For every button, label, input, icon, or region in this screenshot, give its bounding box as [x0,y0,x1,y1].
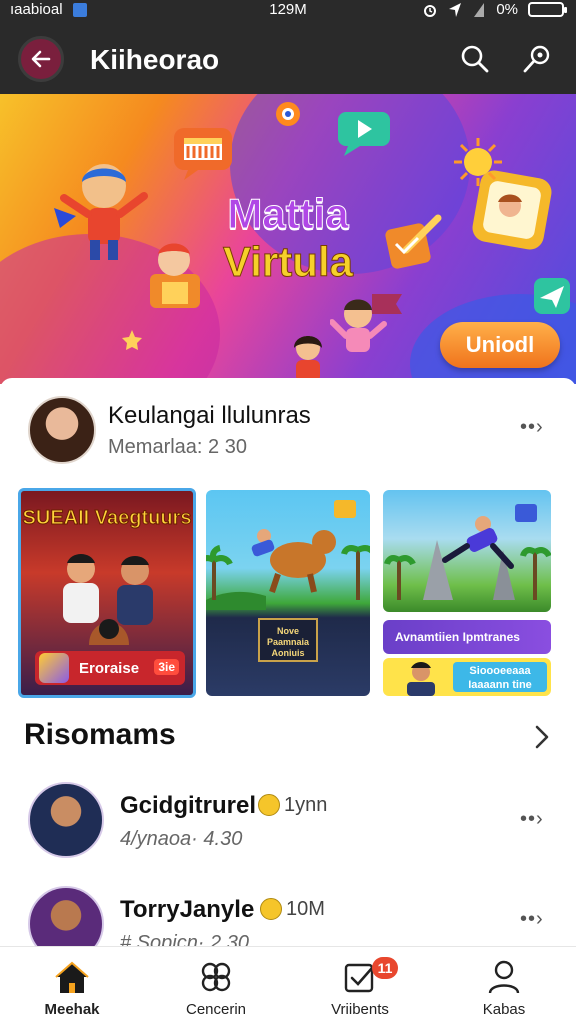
nav-tab-profile[interactable]: Kabas [432,947,576,1024]
battery-percent: 0% [496,1,518,18]
media-banner-purple[interactable]: Avnamtiien Ipmtranes [383,620,551,654]
featured-tile-footer-label: Eroraise [79,659,140,677]
nav-tab-label: Kabas [482,1001,526,1018]
map-pin-search-icon [523,45,550,73]
featured-media-tile[interactable]: SUEAII Vaegtuurs Eroraise 3ie [18,488,196,698]
chat-bubble-icon [338,112,390,156]
action-illustration [384,504,551,600]
signal-icon [474,2,485,17]
paper-plane-icon [534,278,570,314]
home-icon [55,961,89,993]
hero-title: Mattia Virtula [150,190,426,286]
section-chevron-icon[interactable] [530,722,554,752]
film-clapper-icon [174,128,232,180]
emoji-icon [260,898,282,920]
notification-badge: 11 [372,957,398,979]
media-banner-yellow[interactable]: Sioooeeaaa Iaaaann tine [383,658,551,696]
list-item[interactable]: Gcidgitrurel 1ynn 4/ynaoa· 4.30 ••› [0,782,576,872]
media-banner-yellow-label: Sioooeeaaa Iaaaann tine [453,662,547,692]
app-title: Kiiheorao [90,44,220,75]
list-item-meta: 4/ynaoa· 4.30 [120,828,243,850]
profile-more-button[interactable]: ••› [520,416,544,439]
list-item-title: Gcidgitrurel [120,792,257,819]
list-item-count: 1ynn [284,794,328,816]
alarm-icon [424,4,437,17]
ribbon-flag-icon [372,294,402,314]
profile-name: Keulangai llulunras [108,402,311,429]
confetti-star-icon [122,330,142,350]
profile-avatar[interactable] [28,396,96,464]
profile-meta: Memarlaa: 2 30 [108,436,247,458]
profile-row[interactable]: Keulangai llulunras Memarlaa: 2 30 ••› [0,396,576,468]
clock: 129M [269,1,307,18]
list-item-count: 10M [286,898,325,920]
nav-tab-label: Meehak [44,1001,100,1018]
hero-banner[interactable]: Mattia Virtula Uniodl [0,94,576,384]
cinema-sign: Nove Paamnaia Aoniuis [258,618,318,662]
content-sheet: Keulangai llulunras Memarlaa: 2 30 ••› S… [0,378,576,1024]
battery-icon [528,2,567,17]
person-icon [488,960,520,994]
list-item-more-button[interactable]: ••› [520,808,544,831]
nav-tab-label: Cencerin [185,1001,247,1018]
featured-tile-title: SUEAII Vaegtuurs [22,507,192,530]
nav-tab-home[interactable]: Meehak [0,947,144,1024]
hero-title-line2: Virtula [223,238,354,286]
share-icon [201,962,231,992]
app-bar: Kiiheorao [0,22,576,94]
search-icon [461,45,489,73]
confetti-triangle-icon [54,208,76,228]
eye-ball-icon [276,102,300,126]
unlock-button[interactable]: Uniodl [440,322,560,368]
list-item-avatar[interactable] [28,782,104,858]
bottom-navigation: Meehak Cencerin 11 Vriibents Kabas [0,946,576,1024]
cartoon-girl-character [294,336,322,382]
media-tile-action[interactable] [383,490,551,612]
hosts-illustration [63,554,153,645]
section-title: Risomams [24,718,176,751]
nav-tab-label: Vriibents [331,1001,389,1018]
status-bar: ıaabioal 129M 0% [0,0,576,22]
search-button[interactable] [458,42,492,76]
featured-tile-count: 3ie [154,659,179,675]
back-button[interactable] [18,36,64,82]
location-arrow-icon [449,2,462,17]
sun-character-icon [454,138,502,186]
list-item-title: TorryJanyle [120,896,255,923]
hero-title-line1: Mattia [227,190,349,238]
nav-tab-connect[interactable]: Cencerin [144,947,288,1024]
media-tile-adventure[interactable]: Nove Paamnaia Aoniuis [206,490,370,696]
adventure-illustration [206,500,370,610]
arrow-left-icon [31,50,51,68]
presenter-illustration [407,662,435,696]
nav-tab-events[interactable]: 11 Vriibents [288,947,432,1024]
featured-tile-footer: Eroraise 3ie [35,651,185,685]
emoji-icon [258,794,280,816]
list-item-more-button[interactable]: ••› [520,908,544,931]
location-search-button[interactable] [520,42,554,76]
app-badge-icon [39,653,69,683]
